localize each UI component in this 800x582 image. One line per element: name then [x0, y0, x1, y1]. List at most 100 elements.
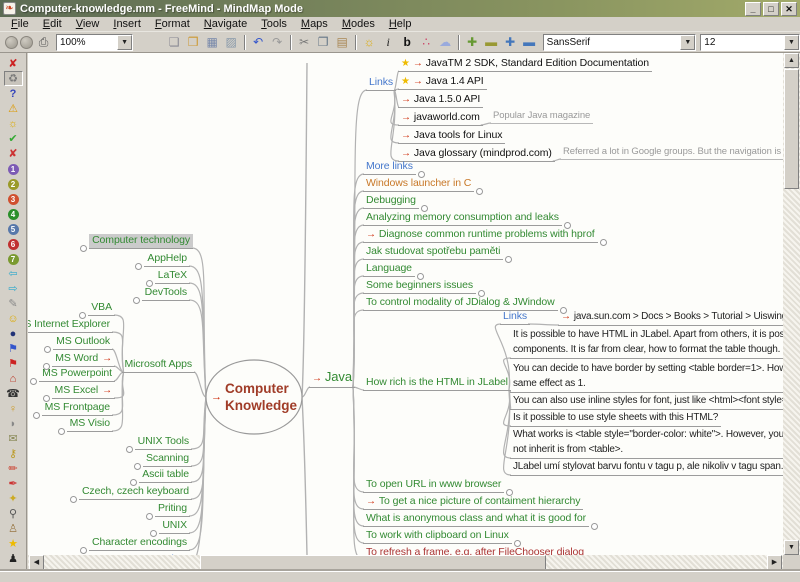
vertical-scroll-thumb[interactable]: [784, 69, 799, 189]
menu-item-modes[interactable]: Modes: [335, 17, 382, 32]
vertical-scrollbar[interactable]: ▲ ▼: [783, 53, 800, 555]
mail-icon[interactable]: ✉: [4, 431, 23, 446]
italic-button[interactable]: i: [380, 34, 397, 51]
map-node-devtools[interactable]: DevTools: [142, 286, 190, 301]
menu-item-navigate[interactable]: Navigate: [197, 17, 254, 32]
flag-icon[interactable]: ⚑: [4, 356, 23, 371]
map-node-unix[interactable]: UNIX: [159, 519, 190, 534]
number-4-icon[interactable]: 4: [4, 206, 23, 221]
map-node-p4[interactable]: Is it possible to use style sheets with …: [510, 410, 721, 427]
map-node-p5[interactable]: What works is <table style="border-color…: [510, 427, 783, 459]
person-icon[interactable]: ♀: [4, 401, 23, 416]
map-node-msword[interactable]: MS Word→: [52, 352, 115, 367]
chevron-down-icon[interactable]: ▼: [784, 35, 799, 50]
magnifier-icon[interactable]: ⚲: [4, 506, 23, 521]
increase-node-font-button[interactable]: ✚: [464, 34, 481, 51]
scroll-right-button[interactable]: ▶: [767, 555, 782, 570]
map-canvas[interactable]: →JavaLinks★→JavaTM 2 SDK, Standard Editi…: [28, 53, 783, 555]
decrease-node-font-button[interactable]: ▬: [483, 34, 500, 51]
bold-button[interactable]: b: [399, 34, 416, 51]
wand-icon[interactable]: ✦: [4, 491, 23, 506]
star-icon[interactable]: ★: [4, 536, 23, 551]
back-arrow-icon[interactable]: ⇦: [4, 266, 23, 281]
map-node-n2[interactable]: Referred a lot in Google groups. But the…: [560, 145, 783, 160]
map-node-p2[interactable]: You can decide to have border by setting…: [510, 361, 783, 393]
map-node-p1[interactable]: It is possible to have HTML in JLabel. A…: [510, 327, 783, 359]
map-node-l1[interactable]: ★→JavaTM 2 SDK, Standard Edition Documen…: [398, 57, 652, 72]
edit-pencil-icon[interactable]: ✏: [4, 461, 23, 476]
map-node-refresh[interactable]: To refresh a frame, e.g. after FileChoos…: [363, 546, 587, 555]
map-node-apphelp[interactable]: AppHelp: [144, 252, 190, 267]
map-node-nicepic[interactable]: →To get a nice picture of contaiment hie…: [363, 495, 583, 510]
penguin-icon[interactable]: ♟: [4, 551, 23, 566]
help-icon[interactable]: ?: [4, 86, 23, 101]
horizontal-scrollbar[interactable]: ◀ ▶: [28, 555, 783, 571]
gnome-icon[interactable]: ♙: [4, 521, 23, 536]
scroll-up-button[interactable]: ▲: [784, 53, 799, 68]
menu-item-maps[interactable]: Maps: [294, 17, 335, 32]
undo-button[interactable]: ↶: [250, 34, 267, 51]
idea-button[interactable]: ☼: [361, 34, 378, 51]
map-node-howrich[interactable]: How rich is the HTML in JLabel: [363, 376, 511, 391]
scroll-left-button[interactable]: ◀: [29, 555, 44, 570]
map-node-language[interactable]: Language: [363, 262, 415, 277]
menu-item-help[interactable]: Help: [382, 17, 419, 32]
number-2-icon[interactable]: 2: [4, 176, 23, 191]
map-node-openurl[interactable]: To open URL in www browser: [363, 478, 504, 493]
map-node-charenc[interactable]: Character encodings: [89, 536, 190, 551]
chevron-down-icon[interactable]: ▼: [680, 35, 695, 50]
pencil-icon[interactable]: ✎: [4, 296, 23, 311]
map-node-priting[interactable]: Priting: [155, 502, 190, 517]
map-node-l2[interactable]: ★→Java 1.4 API: [398, 75, 487, 90]
map-node-morelinks[interactable]: More links: [363, 160, 416, 175]
save-as-button[interactable]: ▨: [223, 34, 240, 51]
map-node-ascii[interactable]: Ascii table: [139, 468, 192, 483]
map-node-p6[interactable]: JLabel umí stylovat barvu fontu v tagu p…: [510, 459, 783, 476]
map-node-links1[interactable]: Links: [366, 76, 396, 91]
map-node-unixtools[interactable]: UNIX Tools: [135, 435, 192, 450]
marker-icon[interactable]: ✒: [4, 476, 23, 491]
map-node-vba[interactable]: VBA: [88, 301, 115, 316]
map-node-l3[interactable]: →Java 1.5.0 API: [398, 93, 483, 108]
map-node-l4[interactable]: →javaworld.com: [398, 111, 483, 126]
map-node-diagnose[interactable]: →Diagnose common runtime problems with h…: [363, 228, 598, 243]
map-node-winlaunch[interactable]: Windows launcher in C: [363, 177, 474, 192]
map-node-debugging[interactable]: Debugging: [363, 194, 419, 209]
phone-icon[interactable]: ☎: [4, 386, 23, 401]
font-size-combobox[interactable]: 12▼: [700, 34, 800, 51]
decrease-branch-font-button[interactable]: ▬: [521, 34, 538, 51]
copy-button[interactable]: ❐: [315, 34, 332, 51]
bookmark-icon[interactable]: ⚑: [4, 341, 23, 356]
maximize-button[interactable]: □: [763, 2, 779, 16]
map-node-outlook[interactable]: MS Outlook: [53, 335, 113, 350]
smiley-icon[interactable]: ☺: [4, 311, 23, 326]
map-node-jak[interactable]: Jak studovat spotřebu paměti: [363, 245, 503, 260]
number-1-icon[interactable]: 1: [4, 161, 23, 176]
map-node-scanning[interactable]: Scanning: [143, 452, 192, 467]
horizontal-scroll-thumb[interactable]: [200, 555, 546, 570]
map-node-l6[interactable]: →Java glossary (mindprod.com): [398, 147, 555, 162]
menu-item-format[interactable]: Format: [148, 17, 197, 32]
home-icon[interactable]: ⌂: [4, 371, 23, 386]
previous-map-button[interactable]: [5, 36, 18, 49]
next-map-button[interactable]: [20, 36, 33, 49]
idea-icon[interactable]: ☼: [4, 116, 23, 131]
map-node-latex[interactable]: LaTeX: [155, 269, 190, 284]
map-node-sunlink[interactable]: →java.sun.com > Docs > Books > Tutorial …: [558, 309, 783, 326]
increase-branch-font-button[interactable]: ✚: [502, 34, 519, 51]
zoom-combobox[interactable]: 100%▼: [56, 34, 133, 51]
number-3-icon[interactable]: 3: [4, 191, 23, 206]
menu-item-edit[interactable]: Edit: [36, 17, 69, 32]
number-7-icon[interactable]: 7: [4, 251, 23, 266]
root-node[interactable]: → Computer Knowledge: [211, 373, 297, 421]
not-ok-icon[interactable]: ✘: [4, 146, 23, 161]
forward-arrow-icon[interactable]: ⇨: [4, 281, 23, 296]
map-node-comptech[interactable]: Computer technology: [89, 234, 193, 249]
map-node-clipboard[interactable]: To work with clipboard on Linux: [363, 529, 512, 544]
key-icon[interactable]: ⚷: [4, 446, 23, 461]
save-map-button[interactable]: ▦: [204, 34, 221, 51]
map-node-frontpage[interactable]: MS Frontpage: [42, 401, 113, 416]
menu-item-view[interactable]: View: [69, 17, 107, 32]
redo-button[interactable]: ↷: [269, 34, 286, 51]
yes-icon[interactable]: ✔: [4, 131, 23, 146]
